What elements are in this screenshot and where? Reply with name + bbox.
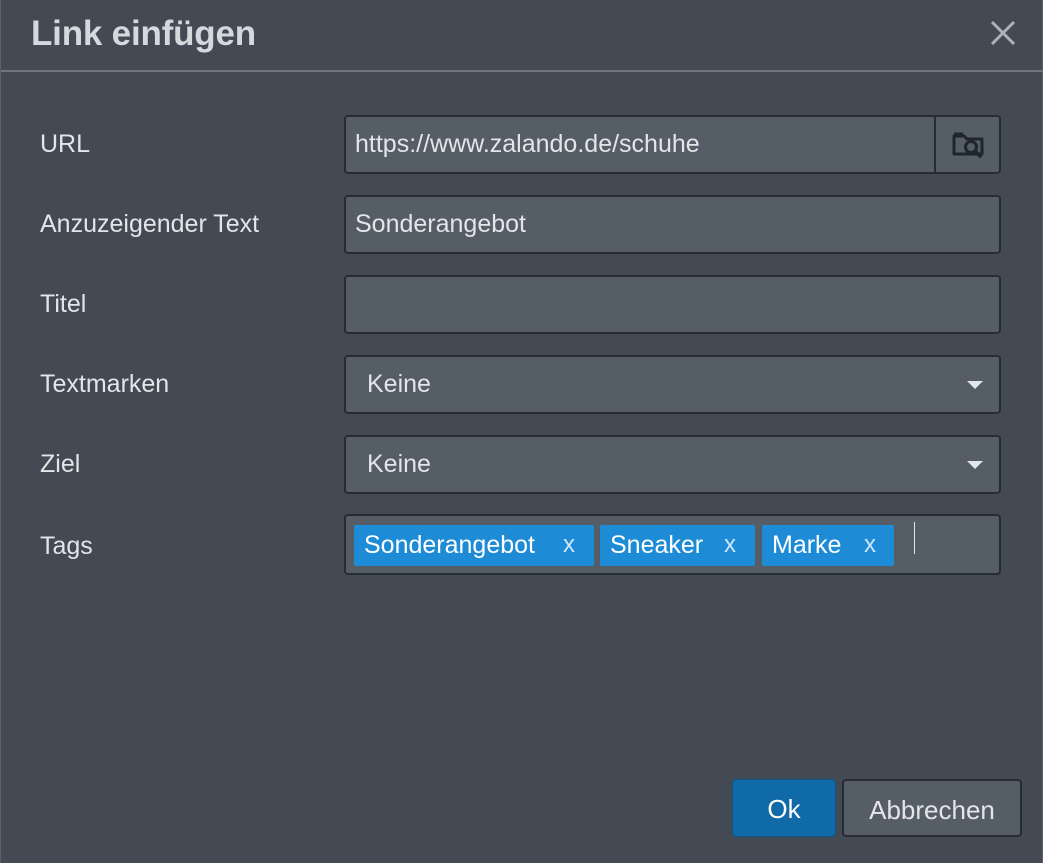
- anchors-selected: Keine: [367, 370, 431, 398]
- target-label: Ziel: [40, 450, 81, 478]
- folder-search-icon: [952, 132, 984, 158]
- ok-button[interactable]: Ok: [732, 779, 836, 837]
- insert-link-dialog: Link einfügen URL https://www.zalando.de…: [0, 0, 1043, 863]
- display-text-value: Sonderangebot: [355, 210, 526, 238]
- close-button[interactable]: [988, 18, 1018, 48]
- title-input[interactable]: [344, 275, 1001, 334]
- ok-button-label: Ok: [767, 794, 801, 824]
- tag-label: Sneaker: [610, 531, 704, 559]
- tag-chip: Marke x: [762, 525, 894, 566]
- tag-remove-button[interactable]: x: [864, 531, 876, 559]
- tag-chip: Sneaker x: [600, 525, 755, 566]
- tag-label: Marke: [772, 531, 842, 559]
- chevron-down-icon: [967, 381, 983, 389]
- tag-remove-button[interactable]: x: [724, 531, 736, 559]
- tag-label: Sonderangebot: [364, 531, 535, 559]
- display-text-label: Anzuzeigender Text: [40, 210, 260, 238]
- chevron-down-icon: [967, 461, 983, 469]
- cancel-button[interactable]: Abbrechen: [842, 779, 1022, 837]
- anchors-select[interactable]: Keine: [344, 355, 1001, 414]
- text-cursor: [914, 522, 915, 554]
- close-icon: [990, 20, 1016, 46]
- url-input-value: https://www.zalando.de/schuhe: [355, 130, 700, 158]
- tags-input[interactable]: Sonderangebot x Sneaker x Marke x: [344, 514, 1001, 575]
- url-label: URL: [40, 130, 91, 158]
- dialog-title: Link einfügen: [31, 14, 256, 53]
- display-text-input[interactable]: Sonderangebot: [344, 195, 1001, 254]
- dialog-header: Link einfügen: [1, 0, 1043, 72]
- anchors-label: Textmarken: [40, 370, 170, 398]
- tag-remove-button[interactable]: x: [563, 531, 575, 559]
- tags-label: Tags: [40, 532, 93, 560]
- browse-button[interactable]: [934, 115, 1001, 174]
- title-label: Titel: [40, 290, 87, 318]
- tag-chip: Sonderangebot x: [354, 525, 594, 566]
- target-select[interactable]: Keine: [344, 435, 1001, 494]
- url-input[interactable]: https://www.zalando.de/schuhe: [344, 115, 936, 174]
- target-selected: Keine: [367, 450, 431, 478]
- cancel-button-label: Abbrechen: [869, 795, 995, 825]
